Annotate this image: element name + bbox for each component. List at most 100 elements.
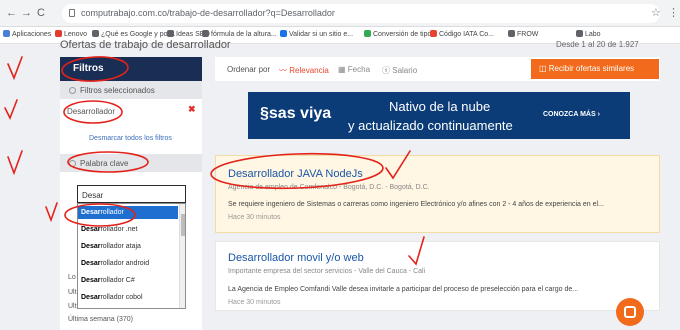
url-text: computrabajo.com.co/trabajo-de-desarroll… <box>81 8 335 18</box>
bookmark-item[interactable]: Lenovo <box>55 30 87 38</box>
back-arrow-icon[interactable]: ← <box>6 7 17 19</box>
bookmark-label: fórmula de la altura... <box>211 31 277 38</box>
bookmark-favicon-icon <box>167 30 174 37</box>
browser-menu-icon[interactable]: ⋮ <box>668 6 679 19</box>
selected-filters-label: Filtros seleccionados <box>80 86 155 95</box>
sort-date-option[interactable]: ▦ Fecha <box>338 65 370 74</box>
suggestion-match: Desar <box>81 243 101 250</box>
bookmark-favicon-icon <box>430 30 437 37</box>
address-bar[interactable]: computrabajo.com.co/trabajo-de-desarroll… <box>62 4 660 23</box>
date-filter-option[interactable]: Última semana (370) <box>68 316 133 323</box>
job-alert-label: Recibir ofertas similares <box>548 64 635 73</box>
date-filter-option[interactable]: Lo <box>68 274 76 281</box>
suggestion-rest: rollador android <box>100 260 150 267</box>
suggestion-rest: rollador ataja <box>100 243 141 250</box>
annotation-check-mark <box>4 99 18 120</box>
autocomplete-suggestion[interactable]: Desarrollador <box>78 206 178 219</box>
suggestion-rest: rollador cobol <box>100 294 143 301</box>
bookmark-item[interactable]: Validar si un sitio e... <box>280 30 353 38</box>
bookmark-label: Aplicaciones <box>12 31 52 38</box>
ad-headline: Nativo de la nube <box>389 99 491 114</box>
autocomplete-list: Desarrollador Desarrollador .net Desarroll… <box>77 203 186 309</box>
ad-banner[interactable]: §sas viya Nativo de la nube y actualizad… <box>248 92 630 139</box>
suggestion-match: Desar <box>81 209 101 216</box>
sort-bar: Ordenar por 〰 Relevancia ▦ Fecha ⓢ Salar… <box>215 57 660 81</box>
job-posted-time: Hace 30 minutos <box>228 299 281 306</box>
bookmark-item[interactable]: fórmula de la altura... <box>202 30 277 38</box>
annotation-check-mark <box>45 202 58 223</box>
keyword-section-header[interactable]: Palabra clave <box>60 154 202 172</box>
annotation-check-mark <box>7 56 23 81</box>
autocomplete-suggestion[interactable]: Desarrollador cobol <box>78 291 178 304</box>
dropdown-scroll-thumb[interactable] <box>181 214 185 236</box>
date-filter-option[interactable]: Ult <box>68 289 77 296</box>
clear-filters-link[interactable]: Desmarcar todos los filtros <box>89 135 172 142</box>
job-company[interactable]: Importante empresa del sector servicios <box>228 268 352 275</box>
bookmark-favicon-icon <box>508 30 515 37</box>
bookmark-favicon-icon <box>92 30 99 37</box>
remove-filter-icon[interactable]: ✖ <box>188 104 196 115</box>
job-meta: Agencia de empleo de Comfenalco - Bogotá… <box>228 184 430 191</box>
autocomplete-suggestion[interactable]: Desarrollador C# <box>78 274 178 287</box>
keyword-label: Palabra clave <box>80 159 129 168</box>
active-filter-chip: Desarrollador ✖ <box>60 102 202 120</box>
autocomplete-suggestion[interactable]: Desarrollador .net <box>78 223 178 236</box>
job-company[interactable]: Agencia de empleo de Comfenalco <box>228 184 337 191</box>
job-card: Desarrollador JAVA NodeJs Agencia de emp… <box>215 155 660 233</box>
suggestion-match: Desar <box>81 260 101 267</box>
bookmark-item[interactable]: ¿Qué es Google y por... <box>92 30 175 38</box>
bookmark-favicon-icon <box>280 30 287 37</box>
bookmark-item[interactable]: FROW <box>508 30 538 38</box>
job-title-link[interactable]: Desarrollador movil y/o web <box>228 252 364 264</box>
job-description: La Agencia de Empleo Comfandi Valle dese… <box>228 286 579 293</box>
lock-icon <box>69 9 75 17</box>
bookmark-label: ¿Qué es Google y por... <box>101 31 176 38</box>
date-filter-option[interactable]: Ult <box>68 303 77 310</box>
sort-label: Ordenar por <box>227 65 271 74</box>
bell-icon: ◫ <box>539 64 549 73</box>
browser-toolbar: ← → C computrabajo.com.co/trabajo-de-des… <box>0 0 680 27</box>
suggestion-match: Desar <box>81 226 101 233</box>
suggestion-rest: rollador C# <box>100 277 135 284</box>
ad-cta-link[interactable]: CONOZCA MÁS › <box>543 111 600 118</box>
bookmark-label: Conversión de tipo... <box>373 31 438 38</box>
bookmark-label: Labo <box>585 31 601 38</box>
forward-arrow-icon[interactable]: → <box>21 7 32 19</box>
reload-icon[interactable]: C <box>37 7 45 19</box>
autocomplete-suggestion[interactable]: Desarrollador android <box>78 257 178 270</box>
bookmark-favicon-icon <box>576 30 583 37</box>
bookmark-label: Código IATA Co... <box>439 31 494 38</box>
sort-relevance-option[interactable]: 〰 Relevancia <box>279 65 329 76</box>
results-count: Desde 1 al 20 de 1.927 <box>556 40 639 49</box>
bookmark-favicon-icon <box>55 30 62 37</box>
dropdown-scrollbar[interactable] <box>179 204 185 308</box>
sort-salary-option[interactable]: ⓢ Salario <box>382 65 417 76</box>
annotation-check-mark <box>7 150 23 176</box>
job-alert-button[interactable]: ◫ Recibir ofertas similares <box>531 59 659 79</box>
autocomplete-suggestion[interactable]: Desarrollador ataja <box>78 240 178 253</box>
search-icon <box>69 160 76 167</box>
job-posted-time: Hace 30 minutos <box>228 214 281 221</box>
job-title-link[interactable]: Desarrollador JAVA NodeJs <box>228 168 363 180</box>
bookmark-favicon-icon <box>3 30 10 37</box>
job-description: Se requiere ingeniero de Sistemas o carr… <box>228 201 604 208</box>
page-heading: Ofertas de trabajo de desarrollador <box>60 39 231 51</box>
chart-trend-icon: 〰 <box>279 66 290 75</box>
suggestion-rest: rollador <box>100 209 124 216</box>
job-meta: Importante empresa del sector servicios … <box>228 268 426 275</box>
active-filter-label: Desarrollador <box>67 107 116 116</box>
bookmark-star-icon[interactable]: ☆ <box>651 6 661 19</box>
floating-action-button[interactable] <box>616 298 644 326</box>
bookmark-item[interactable]: Conversión de tipo... <box>364 30 437 38</box>
bookmark-item[interactable]: Aplicaciones <box>3 30 51 38</box>
chat-icon <box>624 306 636 318</box>
sort-salary-label: Salario <box>392 66 418 75</box>
bookmark-item[interactable]: Labo <box>576 30 601 38</box>
money-icon: ⓢ <box>382 66 393 75</box>
ad-subheadline: y actualizado continuamente <box>348 118 513 133</box>
keyword-input[interactable] <box>77 185 186 203</box>
bookmark-item[interactable]: Código IATA Co... <box>430 30 494 38</box>
suggestion-rest: rollador .net <box>100 226 138 233</box>
job-card: Desarrollador movil y/o web Importante e… <box>215 241 660 311</box>
bookmark-label: Lenovo <box>64 31 87 38</box>
